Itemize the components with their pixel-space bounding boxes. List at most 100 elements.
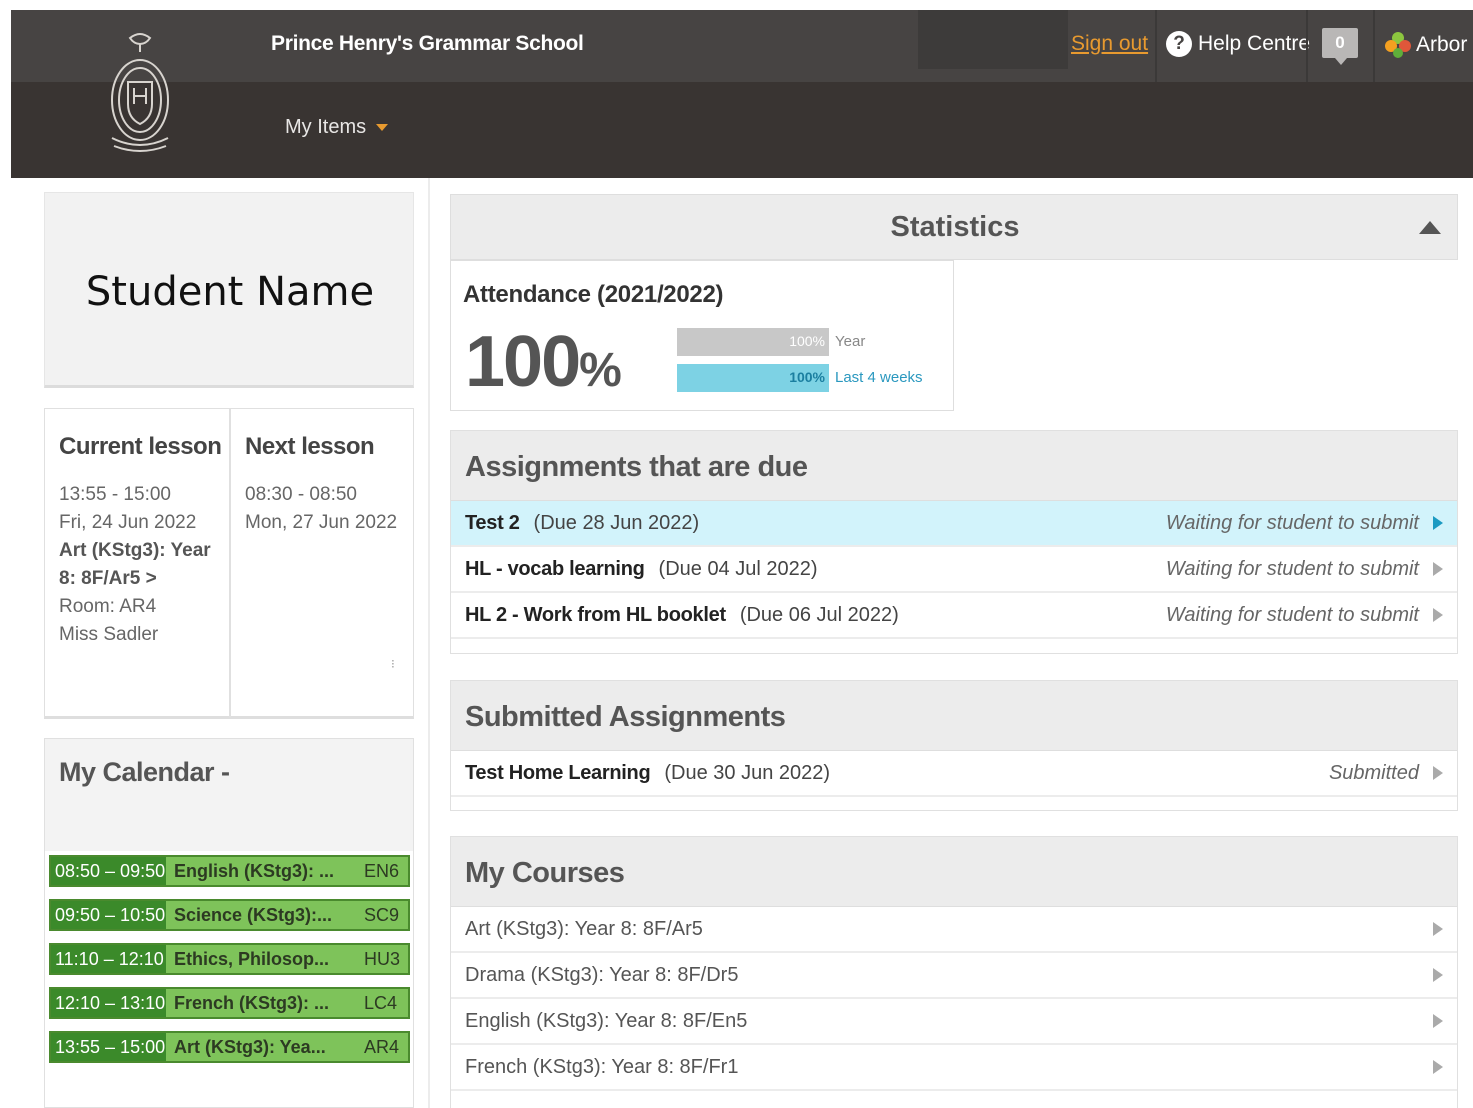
calendar-event-subject: Ethics, Philosop...	[174, 948, 330, 969]
assignment-row[interactable]: HL - vocab learning (Due 04 Jul 2022) Wait…	[451, 547, 1457, 593]
assignment-name: Test 2	[465, 511, 520, 534]
chevron-right-icon	[1433, 922, 1443, 936]
sub-bar	[11, 82, 1473, 178]
assignment-name: HL - vocab learning	[465, 557, 645, 580]
assignment-row[interactable]: Test Home Learning (Due 30 Jun 2022) Submi…	[451, 751, 1457, 797]
next-lesson-date: Mon, 27 Jun 2022	[245, 512, 398, 533]
chevron-right-icon	[1433, 1060, 1443, 1074]
course-row[interactable]: Drama (KStg3): Year 8: 8F/Dr5	[451, 953, 1457, 999]
courses-header: My Courses	[451, 837, 1457, 907]
attendance-title: Attendance (2021/2022)	[463, 281, 724, 308]
calendar-event[interactable]: 13:55 – 15:00 Art (KStg3): Yea... AR4	[49, 1031, 410, 1063]
calendar-event[interactable]: 12:10 – 13:10 French (KStg3): ... LC4	[49, 987, 410, 1019]
submitted-header: Submitted Assignments	[451, 681, 1457, 751]
student-card: Student Name	[44, 192, 414, 388]
assignments-due-list: Test 2 (Due 28 Jun 2022) Waiting for stude…	[451, 501, 1457, 639]
attendance-year-caption: Year	[835, 333, 866, 350]
course-name: Art (KStg3): Year 8: 8F/Ar5	[465, 917, 703, 940]
current-lesson-course-link[interactable]: 8: 8F/Ar5 >	[59, 565, 211, 593]
attendance-year-value: 100%	[789, 333, 825, 349]
calendar-list: 08:50 – 09:50 English (KStg3): ... EN6 09:5…	[49, 855, 410, 1075]
assignments-due-panel: Assignments that are due Test 2 (Due 28 J…	[450, 430, 1458, 654]
current-lesson-course[interactable]: Art (KStg3): Year	[59, 537, 211, 565]
calendar-event-room: LC4	[364, 992, 398, 1013]
assignments-due-title: Assignments that are due	[465, 451, 808, 483]
calendar-event[interactable]: 09:50 – 10:50 Science (KStg3):... SC9	[49, 899, 410, 931]
assignment-due-date: (Due 28 Jun 2022)	[533, 511, 700, 534]
course-row[interactable]: French (KStg3): Year 8: 8F/Fr1	[451, 1045, 1457, 1091]
my-items-label: My Items	[285, 116, 367, 138]
redacted-area	[918, 10, 1068, 69]
courses-title: My Courses	[465, 857, 625, 889]
submitted-list: Test Home Learning (Due 30 Jun 2022) Submi…	[451, 751, 1457, 797]
school-name[interactable]: Prince Henry's Grammar School	[271, 32, 584, 56]
calendar-event-time: 13:55 – 15:00	[51, 1033, 166, 1061]
attendance-recent-caption: Last 4 weeks	[835, 369, 923, 386]
calendar-event[interactable]: 11:10 – 12:10 Ethics, Philosop... HU3	[49, 943, 410, 975]
calendar-event-subject: Art (KStg3): Yea...	[174, 1036, 326, 1057]
my-courses-panel: My Courses Art (KStg3): Year 8: 8F/Ar5 Dr…	[450, 836, 1458, 1108]
help-icon: ?	[1166, 31, 1192, 57]
header-separator	[1373, 10, 1375, 82]
calendar-event-time: 11:10 – 12:10	[51, 945, 166, 973]
assignment-row[interactable]: Test 2 (Due 28 Jun 2022) Waiting for stude…	[451, 501, 1457, 547]
arbor-brand-link[interactable]: Arbor	[1384, 31, 1467, 59]
chevron-right-icon	[1433, 1014, 1443, 1028]
courses-list: Art (KStg3): Year 8: 8F/Ar5 Drama (KStg3)…	[451, 907, 1457, 1091]
assignment-status: Waiting for student to submit	[1165, 511, 1419, 534]
statistics-title: Statistics	[890, 211, 1020, 243]
next-lesson-time: 08:30 - 08:50	[245, 484, 357, 505]
school-crest-icon[interactable]	[100, 30, 180, 158]
course-name: English (KStg3): Year 8: 8F/En5	[465, 1009, 748, 1032]
student-name: Student Name	[85, 269, 375, 315]
arbor-logo-icon	[1385, 32, 1411, 58]
header-separator	[1155, 10, 1157, 82]
chevron-right-icon	[1433, 562, 1443, 576]
next-lesson-title: Next lesson	[245, 433, 375, 460]
help-centre-button[interactable]: ? Help Centre	[1166, 31, 1310, 57]
calendar-event[interactable]: 08:50 – 09:50 English (KStg3): ... EN6	[49, 855, 410, 887]
assignment-due-date: (Due 04 Jul 2022)	[658, 557, 818, 580]
course-row[interactable]: English (KStg3): Year 8: 8F/En5	[451, 999, 1457, 1045]
attendance-recent-bar: 100% Last 4 weeks	[677, 364, 923, 392]
collapse-caret-icon[interactable]	[1419, 221, 1441, 234]
calendar-event-subject: English (KStg3): ...	[174, 860, 334, 881]
arbor-label: Arbor	[1416, 33, 1468, 56]
assignments-due-header: Assignments that are due	[451, 431, 1457, 501]
attendance-year-bar: 100% Year	[677, 328, 865, 356]
assignment-due-date: (Due 30 Jun 2022)	[664, 761, 831, 784]
attendance-card: Attendance (2021/2022) 100% 100% Year 10…	[450, 260, 954, 411]
calendar-event-time: 12:10 – 13:10	[51, 989, 166, 1017]
help-centre-label: Help Centre	[1198, 32, 1311, 55]
calendar-event-room: EN6	[364, 860, 400, 881]
chevron-right-icon	[1433, 608, 1443, 622]
notification-badge[interactable]: 0	[1322, 28, 1358, 65]
submitted-title: Submitted Assignments	[465, 701, 786, 733]
scroll-marker: ⁝	[391, 657, 395, 671]
header-separator	[1306, 10, 1308, 82]
attendance-recent-value: 100%	[789, 369, 825, 385]
assignment-status: Waiting for student to submit	[1165, 557, 1419, 580]
my-items-menu[interactable]: My Items	[285, 116, 389, 139]
calendar-event-room: HU3	[364, 948, 401, 969]
current-lesson-room: Room: AR4	[59, 596, 157, 617]
course-name: Drama (KStg3): Year 8: 8F/Dr5	[465, 963, 739, 986]
course-row[interactable]: Art (KStg3): Year 8: 8F/Ar5	[451, 907, 1457, 953]
sign-out-link[interactable]: Sign out	[1071, 32, 1148, 56]
current-lesson-title: Current lesson	[59, 433, 222, 460]
current-lesson-teacher: Miss Sadler	[59, 624, 159, 645]
column-divider	[428, 178, 430, 1108]
calendar-event-room: AR4	[364, 1036, 400, 1057]
course-name: French (KStg3): Year 8: 8F/Fr1	[465, 1055, 739, 1078]
attendance-value: 100%	[465, 322, 622, 402]
current-lesson-time: 13:55 - 15:00	[59, 484, 171, 505]
chevron-right-icon	[1433, 766, 1443, 780]
assignment-status: Waiting for student to submit	[1165, 603, 1419, 626]
statistics-panel[interactable]: Statistics	[450, 194, 1458, 260]
assignment-status: Submitted	[1328, 761, 1419, 784]
assignment-row[interactable]: HL 2 - Work from HL booklet (Due 06 Jul 2…	[451, 593, 1457, 639]
calendar-event-subject: French (KStg3): ...	[174, 992, 330, 1013]
calendar-event-time: 09:50 – 10:50	[51, 901, 166, 929]
current-lesson-date: Fri, 24 Jun 2022	[59, 512, 197, 533]
calendar-title: My Calendar -	[59, 757, 230, 787]
